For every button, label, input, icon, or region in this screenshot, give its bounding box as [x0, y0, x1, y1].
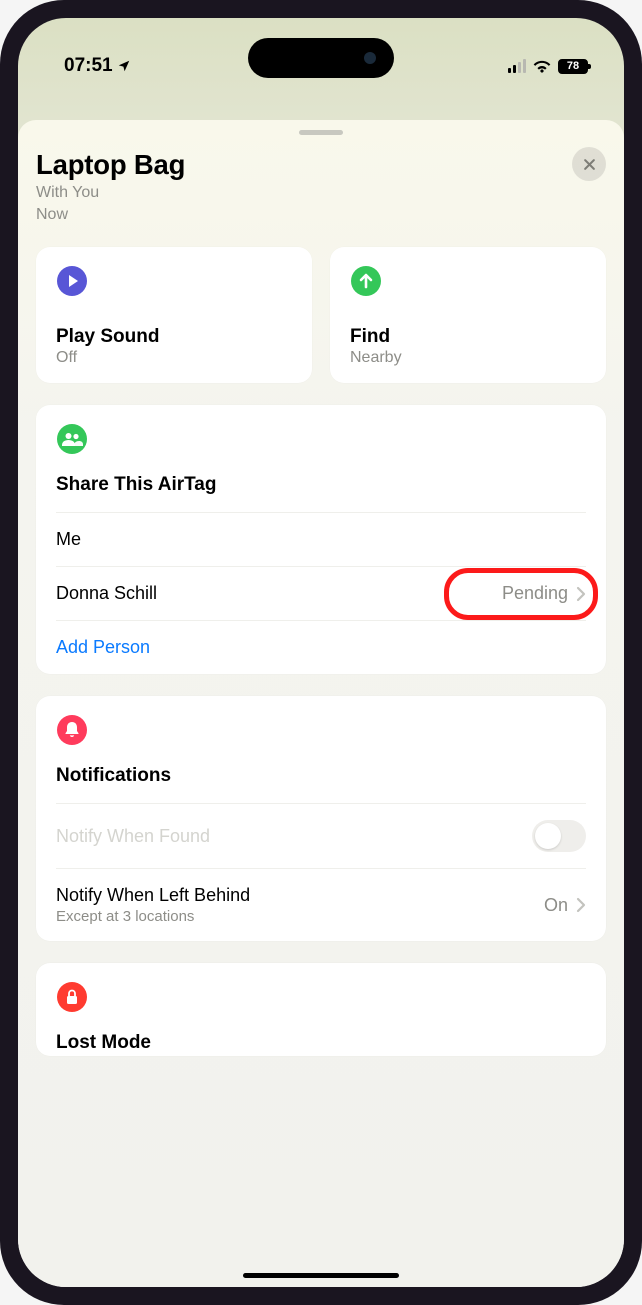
- notify-left-behind-row[interactable]: Notify When Left Behind Except at 3 loca…: [56, 868, 586, 941]
- bell-icon: [56, 714, 88, 746]
- location-arrow-icon: [117, 59, 131, 73]
- find-card[interactable]: Find Nearby: [330, 247, 606, 383]
- find-sub: Nearby: [350, 349, 586, 367]
- share-row-me[interactable]: Me: [56, 512, 586, 566]
- wifi-icon: [532, 59, 552, 73]
- play-sound-title: Play Sound: [56, 326, 292, 348]
- find-arrow-icon: [350, 265, 382, 297]
- notifications-title: Notifications: [56, 765, 586, 787]
- notify-left-sub: Except at 3 locations: [56, 908, 544, 925]
- close-icon: [582, 157, 597, 172]
- page-updated: Now: [36, 205, 606, 225]
- share-person-status: Pending: [502, 583, 568, 604]
- share-title: Share This AirTag: [56, 474, 586, 496]
- add-person-label: Add Person: [56, 637, 586, 658]
- cellular-icon: [508, 59, 527, 73]
- page-location: With You: [36, 183, 606, 203]
- notify-left-value: On: [544, 895, 568, 916]
- people-icon: [56, 423, 88, 455]
- status-time: 07:51: [64, 55, 113, 77]
- notify-found-toggle: [532, 820, 586, 852]
- chevron-right-icon: [576, 586, 586, 602]
- notifications-section: Notifications Notify When Found Notify W…: [36, 696, 606, 941]
- notify-found-row: Notify When Found: [56, 803, 586, 868]
- notify-found-label: Notify When Found: [56, 826, 532, 847]
- share-person-name: Donna Schill: [56, 583, 502, 604]
- notify-left-title: Notify When Left Behind: [56, 885, 544, 906]
- play-sound-card[interactable]: Play Sound Off: [36, 247, 312, 383]
- lost-mode-section: Lost Mode: [36, 963, 606, 1056]
- item-sheet: Laptop Bag With You Now Play Sound Off F…: [18, 120, 624, 1287]
- battery-percent: 78: [559, 60, 587, 73]
- share-me-label: Me: [56, 529, 586, 550]
- play-sound-sub: Off: [56, 349, 292, 367]
- home-indicator[interactable]: [243, 1273, 399, 1279]
- close-button[interactable]: [572, 147, 606, 181]
- add-person-button[interactable]: Add Person: [56, 620, 586, 674]
- share-section: Share This AirTag Me Donna Schill Pendin…: [36, 405, 606, 674]
- play-icon: [56, 265, 88, 297]
- lock-icon: [56, 981, 88, 1013]
- sheet-grabber[interactable]: [299, 130, 343, 135]
- page-title: Laptop Bag: [36, 149, 606, 181]
- lost-mode-title: Lost Mode: [56, 1032, 586, 1054]
- chevron-right-icon: [576, 897, 586, 913]
- dynamic-island: [248, 38, 394, 78]
- battery-icon: 78: [558, 59, 588, 74]
- share-row-person[interactable]: Donna Schill Pending: [56, 566, 586, 620]
- find-title: Find: [350, 326, 586, 348]
